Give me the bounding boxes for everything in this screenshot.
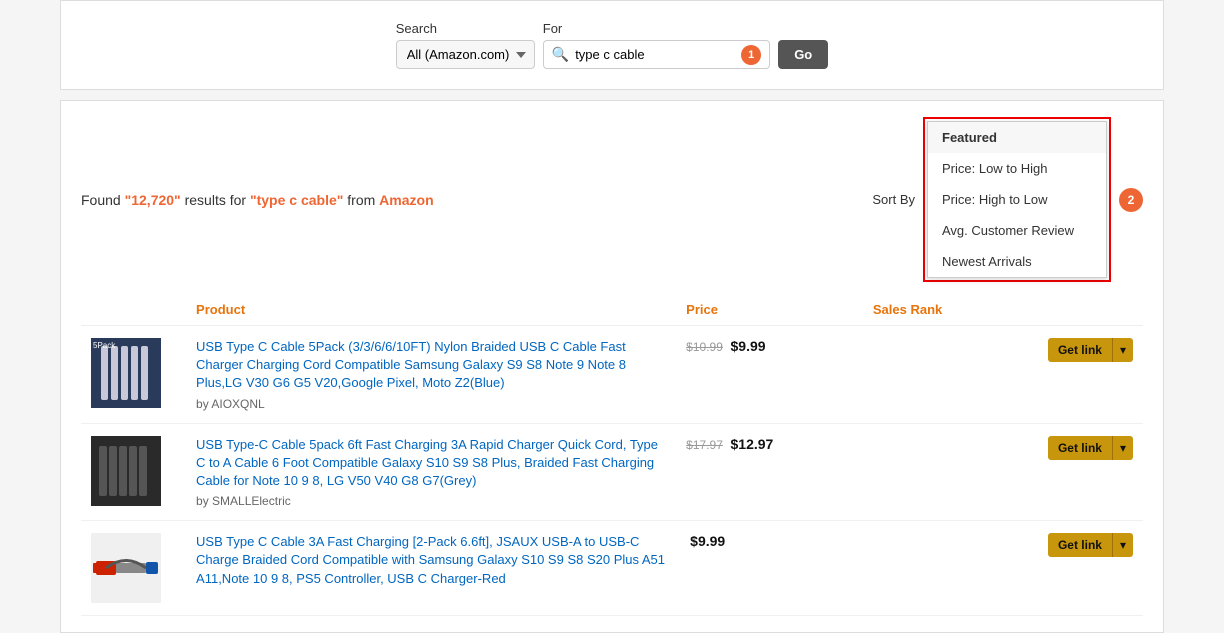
sort-badge: 2 [1119, 188, 1143, 212]
product-rank-cell-3 [863, 521, 1003, 616]
go-button[interactable]: Go [778, 40, 828, 69]
sort-by-area: Sort By Featured Price: Low to High Pric… [872, 117, 1143, 282]
search-label-group: Search All (Amazon.com) [396, 21, 535, 69]
search-section: Search All (Amazon.com) For 🔍 1 Go [60, 0, 1164, 90]
results-section: Found "12,720" results for "type c cable… [60, 100, 1164, 633]
get-link-arrow-3[interactable]: ▾ [1113, 533, 1133, 557]
product-price-cell-1: $10.99 $9.99 [676, 326, 863, 424]
sort-option-price-low[interactable]: Price: Low to High [928, 153, 1106, 184]
price-original-2: $17.97 [686, 438, 723, 452]
sort-dropdown-menu: Featured Price: Low to High Price: High … [927, 121, 1107, 278]
sort-dropdown-container[interactable]: Featured Price: Low to High Price: High … [923, 117, 1111, 282]
results-text: Found "12,720" results for "type c cable… [81, 192, 434, 208]
get-link-group-2: Get link ▾ [1048, 436, 1133, 460]
product-action-cell-1: Get link ▾ [1003, 326, 1143, 424]
sort-option-review[interactable]: Avg. Customer Review [928, 215, 1106, 246]
get-link-group-3: Get link ▾ [1048, 533, 1133, 557]
product-link-2[interactable]: USB Type-C Cable 5pack 6ft Fast Charging… [196, 437, 658, 488]
results-from-label: from [347, 192, 379, 208]
price-current-1: $9.99 [731, 338, 766, 354]
svg-text:5Pack: 5Pack [93, 341, 116, 350]
search-badge: 1 [741, 45, 761, 65]
for-label-group: For 🔍 1 [543, 21, 770, 69]
search-label: Search [396, 21, 535, 36]
price-original-1: $10.99 [686, 340, 723, 354]
product-info-3: USB Type C Cable 3A Fast Charging [2-Pac… [196, 533, 666, 588]
table-row: USB Type-C Cable 5pack 6ft Fast Charging… [81, 423, 1143, 521]
product-image-cell-3 [81, 521, 186, 616]
product-title-3: USB Type C Cable 3A Fast Charging [2-Pac… [196, 533, 666, 588]
get-link-arrow-1[interactable]: ▾ [1113, 338, 1133, 362]
results-header: Found "12,720" results for "type c cable… [81, 117, 1143, 282]
results-source: Amazon [379, 192, 433, 208]
product-image-3 [91, 533, 161, 603]
col-header-img [81, 294, 186, 326]
product-link-3[interactable]: USB Type C Cable 3A Fast Charging [2-Pac… [196, 534, 665, 585]
table-row: USB Type C Cable 3A Fast Charging [2-Pac… [81, 521, 1143, 616]
product-price-cell-2: $17.97 $12.97 [676, 423, 863, 521]
table-body: 5Pack USB Type C Cable 5Pack (3/3/6/6/10… [81, 326, 1143, 616]
product-by-1: by AIOXQNL [196, 397, 666, 411]
product-info-2: USB Type-C Cable 5pack 6ft Fast Charging… [196, 436, 666, 509]
col-header-action [1003, 294, 1143, 326]
results-count: "12,720" [125, 192, 181, 208]
product-action-cell-2: Get link ▾ [1003, 423, 1143, 521]
price-current-2: $12.97 [731, 436, 774, 452]
sort-by-label: Sort By [872, 192, 915, 207]
get-link-group-1: Get link ▾ [1048, 338, 1133, 362]
col-header-product: Product [186, 294, 676, 326]
results-for-label: results for [185, 192, 250, 208]
product-info-cell-1: USB Type C Cable 5Pack (3/3/6/6/10FT) Ny… [186, 326, 676, 424]
sort-option-featured[interactable]: Featured [928, 122, 1106, 153]
product-by-2: by SMALLElectric [196, 494, 666, 508]
search-category-select[interactable]: All (Amazon.com) [396, 40, 535, 69]
table-row: 5Pack USB Type C Cable 5Pack (3/3/6/6/10… [81, 326, 1143, 424]
found-label: Found [81, 192, 125, 208]
product-rank-cell-1 [863, 326, 1003, 424]
product-title-2: USB Type-C Cable 5pack 6ft Fast Charging… [196, 436, 666, 491]
sort-option-newest[interactable]: Newest Arrivals [928, 246, 1106, 277]
products-table: Product Price Sales Rank [81, 294, 1143, 616]
product-action-cell-3: Get link ▾ [1003, 521, 1143, 616]
col-header-price: Price [676, 294, 863, 326]
get-link-button-3[interactable]: Get link [1048, 533, 1113, 557]
get-link-button-2[interactable]: Get link [1048, 436, 1113, 460]
search-input[interactable] [575, 41, 735, 68]
search-input-wrapper: 🔍 1 [543, 40, 770, 69]
search-icon: 🔍 [552, 46, 569, 63]
product-image-2 [91, 436, 161, 506]
product-info-cell-2: USB Type-C Cable 5pack 6ft Fast Charging… [186, 423, 676, 521]
product-info-1: USB Type C Cable 5Pack (3/3/6/6/10FT) Ny… [196, 338, 666, 411]
price-current-3: $9.99 [690, 533, 725, 549]
sort-option-price-high[interactable]: Price: High to Low [928, 184, 1106, 215]
product-rank-cell-2 [863, 423, 1003, 521]
product-image-1: 5Pack [91, 338, 161, 408]
product-info-cell-3: USB Type C Cable 3A Fast Charging [2-Pac… [186, 521, 676, 616]
table-header: Product Price Sales Rank [81, 294, 1143, 326]
get-link-button-1[interactable]: Get link [1048, 338, 1113, 362]
product-image-cell-2 [81, 423, 186, 521]
col-header-rank: Sales Rank [863, 294, 1003, 326]
product-image-cell-1: 5Pack [81, 326, 186, 424]
results-query: "type c cable" [250, 192, 343, 208]
product-title-1: USB Type C Cable 5Pack (3/3/6/6/10FT) Ny… [196, 338, 666, 393]
for-label: For [543, 21, 770, 36]
get-link-arrow-2[interactable]: ▾ [1113, 436, 1133, 460]
product-link-1[interactable]: USB Type C Cable 5Pack (3/3/6/6/10FT) Ny… [196, 339, 626, 390]
product-price-cell-3: $9.99 [676, 521, 863, 616]
